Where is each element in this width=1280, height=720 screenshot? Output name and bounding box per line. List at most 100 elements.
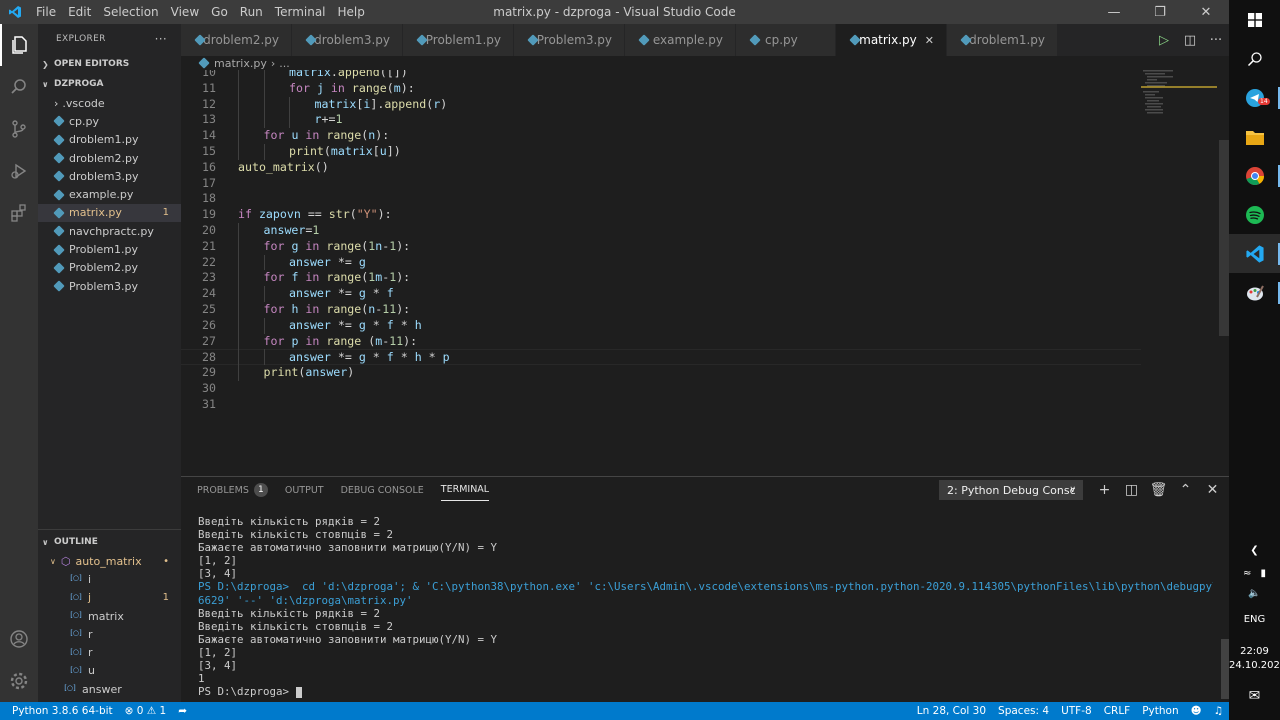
menu-help[interactable]: Help [332, 0, 371, 24]
show-hidden-icons-icon[interactable]: ❮ [1229, 545, 1280, 556]
wifi-icon[interactable]: ≈ [1243, 568, 1251, 579]
file-item[interactable]: droblem2.py [38, 149, 181, 167]
menu-selection[interactable]: Selection [97, 0, 164, 24]
outline-item[interactable]: [○] j 1 [38, 589, 181, 607]
source-control-icon[interactable] [0, 108, 38, 150]
python-interpreter[interactable]: Python 3.8.6 64-bit [0, 705, 119, 717]
menu-go[interactable]: Go [205, 0, 234, 24]
editor-tabs: droblem2.py droblem3.py Problem1.py Problem… [181, 24, 1229, 56]
tab-problem3[interactable]: Problem3.py [514, 24, 625, 56]
clock-time[interactable]: 22:09 [1229, 646, 1280, 657]
python-file-icon [54, 153, 64, 163]
run-debug-icon[interactable] [0, 150, 38, 192]
split-editor-icon[interactable]: ◫ [1177, 33, 1203, 48]
tab-matrix[interactable]: matrix.py ✕ [836, 24, 947, 56]
outline-item[interactable]: [○] u [38, 662, 181, 680]
windows-start-icon[interactable] [1229, 0, 1280, 39]
clock-date[interactable]: 24.10.2020 [1229, 660, 1280, 671]
open-editors-section[interactable]: ❯ OPEN EDITORS [38, 54, 181, 74]
breadcrumb-file[interactable]: matrix.py [214, 57, 267, 70]
file-item[interactable]: › .vscode [38, 94, 181, 112]
editor-scrollbar[interactable] [1219, 140, 1229, 336]
input-language[interactable]: ENG [1229, 614, 1280, 625]
tab-debug-console[interactable]: DEBUG CONSOLE [341, 479, 424, 501]
terminal-output[interactable]: Введіть кількість рядків = 2 Введіть кіль… [198, 515, 1213, 698]
outline-item[interactable]: [○] matrix [38, 607, 181, 625]
tab-droblem1[interactable]: droblem1.py [947, 24, 1058, 56]
file-item[interactable]: cp.py [38, 112, 181, 130]
outline-item[interactable]: [○] answer [38, 680, 181, 698]
volume-icon[interactable]: 🔈 [1229, 588, 1280, 599]
file-item[interactable]: navchpractc.py [38, 222, 181, 240]
tab-terminal[interactable]: TERMINAL [440, 479, 490, 501]
problems-indicator[interactable]: ⊗ 0 ⚠ 1 [119, 705, 173, 717]
minimap[interactable] [1141, 70, 1217, 120]
breadcrumb-rest[interactable]: ... [279, 57, 290, 70]
file-name: Problem1.py [69, 243, 138, 257]
menu-terminal[interactable]: Terminal [269, 0, 332, 24]
extensions-icon[interactable] [0, 192, 38, 234]
tab-output[interactable]: OUTPUT [285, 479, 324, 501]
split-terminal-icon[interactable]: ◫ [1118, 480, 1145, 500]
telegram-icon[interactable]: 14 [1229, 78, 1280, 117]
live-share-icon[interactable]: ➦ [172, 705, 193, 717]
outline-item[interactable]: [○] i [38, 570, 181, 588]
run-python-icon[interactable]: ▷ [1151, 33, 1177, 48]
outline-item[interactable]: [○] r [38, 643, 181, 661]
line-number: 28 [202, 350, 216, 365]
action-center-icon[interactable]: ✉ [1229, 688, 1280, 704]
spotify-icon[interactable] [1229, 195, 1280, 234]
more-actions-icon[interactable]: ··· [1203, 33, 1229, 48]
explorer-icon[interactable] [0, 24, 38, 66]
terminal-select[interactable]: 2: Python Debug Consc ∨ [939, 480, 1083, 500]
tab-cp[interactable]: cp.py [736, 24, 836, 56]
file-item[interactable]: droblem3.py [38, 167, 181, 185]
tab-problem1[interactable]: Problem1.py [403, 24, 514, 56]
encoding[interactable]: UTF-8 [1055, 705, 1098, 717]
tab-problems[interactable]: PROBLEMS 1 [197, 479, 268, 501]
outline-header[interactable]: ∨ OUTLINE [38, 532, 181, 552]
search-icon[interactable] [0, 66, 38, 108]
menu-run[interactable]: Run [234, 0, 269, 24]
accounts-icon[interactable] [0, 618, 38, 660]
file-item[interactable]: Problem3.py [38, 277, 181, 295]
code-editor[interactable]: 10 matrix.append([]) 11 for j in range(m): 1… [181, 70, 1229, 476]
outline-item[interactable]: ∨ ⬡ auto_matrix • [38, 552, 181, 570]
menu-edit[interactable]: Edit [62, 0, 97, 24]
battery-icon[interactable]: ▮ [1261, 568, 1267, 579]
close-tab-icon[interactable]: ✕ [925, 34, 934, 47]
minimize-icon[interactable]: — [1091, 0, 1137, 24]
file-explorer-icon[interactable] [1229, 117, 1280, 156]
end-of-line[interactable]: CRLF [1098, 705, 1137, 717]
language-mode[interactable]: Python [1136, 705, 1184, 717]
tab-droblem3[interactable]: droblem3.py [292, 24, 403, 56]
file-item[interactable]: Problem1.py [38, 240, 181, 258]
file-item[interactable]: matrix.py 1 [38, 203, 181, 223]
close-panel-icon[interactable]: ✕ [1199, 480, 1226, 500]
feedback-icon[interactable]: ☻ [1185, 705, 1208, 717]
chrome-icon[interactable] [1229, 156, 1280, 195]
maximize-panel-icon[interactable]: ⌃ [1172, 480, 1199, 500]
folder-section[interactable]: ∨ DZPROGA [38, 74, 181, 94]
menu-file[interactable]: File [30, 0, 62, 24]
trash-icon[interactable]: 🗑 [1145, 480, 1172, 500]
windows-search-icon[interactable] [1229, 39, 1280, 78]
close-window-icon[interactable]: ✕ [1183, 0, 1229, 24]
tab-droblem2[interactable]: droblem2.py [181, 24, 292, 56]
file-item[interactable]: droblem1.py [38, 131, 181, 149]
tab-example[interactable]: example.py [625, 24, 736, 56]
file-item[interactable]: example.py [38, 185, 181, 203]
indentation[interactable]: Spaces: 4 [992, 705, 1055, 717]
more-actions-icon[interactable]: ··· [155, 32, 167, 46]
paint-icon[interactable] [1229, 273, 1280, 312]
file-item[interactable]: Problem2.py [38, 259, 181, 277]
menu-view[interactable]: View [165, 0, 205, 24]
cursor-position[interactable]: Ln 28, Col 30 [911, 705, 992, 717]
settings-gear-icon[interactable] [0, 660, 38, 702]
vscode-taskbar-icon[interactable] [1229, 234, 1280, 273]
terminal-scrollbar[interactable] [1221, 639, 1229, 699]
notifications-bell-icon[interactable]: ♫ [1208, 705, 1229, 717]
outline-item[interactable]: [○] r [38, 625, 181, 643]
restore-icon[interactable]: ❐ [1137, 0, 1183, 24]
new-terminal-icon[interactable]: + [1091, 480, 1118, 500]
